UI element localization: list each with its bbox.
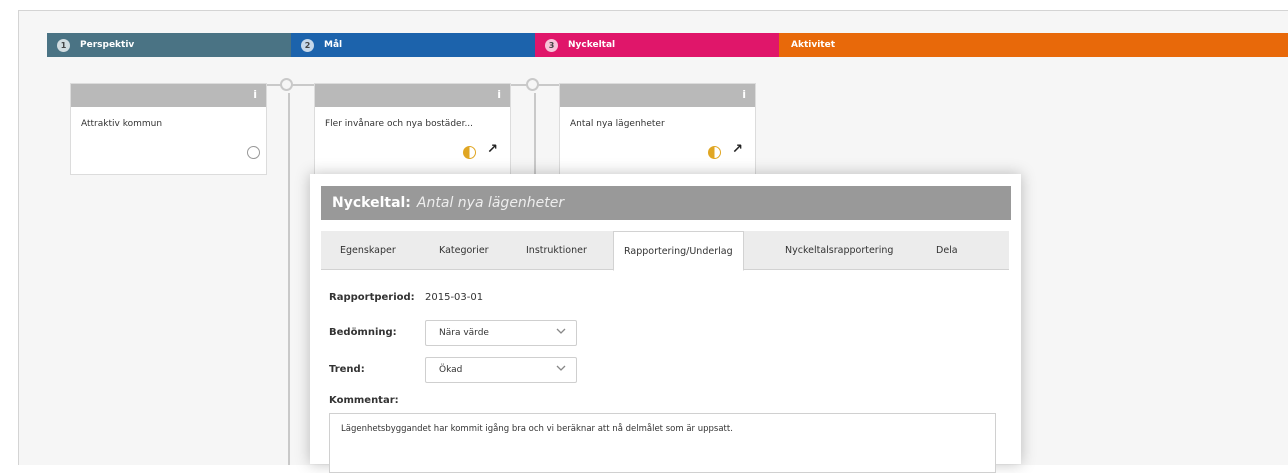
lane-number-badge: 2	[301, 38, 314, 52]
connector-line	[288, 93, 290, 465]
lane-number-badge: 3	[545, 38, 558, 52]
trend-label: Trend:	[329, 364, 365, 375]
report-period-value: 2015-03-01	[425, 292, 484, 303]
chevron-down-icon	[556, 328, 566, 334]
lane-label: Nyckeltal	[568, 40, 616, 50]
card-header: i	[560, 84, 755, 107]
trend-up-arrow-icon: ↗	[732, 142, 743, 157]
lane-label: Perspektiv	[80, 40, 135, 50]
card-header: i	[71, 84, 266, 107]
assessment-label: Bedömning:	[329, 327, 397, 338]
card-title: Antal nya lägenheter	[570, 119, 665, 129]
info-icon[interactable]: i	[742, 88, 746, 101]
lane-label: Aktivitet	[791, 40, 835, 50]
connector-line	[534, 93, 536, 183]
connector-node	[526, 78, 539, 91]
status-empty-circle-icon	[247, 146, 260, 159]
card-header: i	[315, 84, 510, 107]
lane-number-badge: 1	[57, 38, 70, 52]
assessment-selected-value: Nära värde	[439, 328, 489, 338]
assessment-select[interactable]: Nära värde	[425, 320, 577, 346]
card-mal[interactable]: i Fler invånare och nya bostäder... ↗	[314, 83, 511, 175]
tab-rapportering-underlag[interactable]: Rapportering/Underlag	[613, 231, 744, 271]
info-icon[interactable]: i	[497, 88, 501, 101]
card-perspektiv[interactable]: i Attraktiv kommun	[70, 83, 267, 175]
dialog-title-lead: Nyckeltal:	[332, 195, 411, 211]
lane-aktivitet[interactable]: Aktivitet	[779, 33, 1288, 57]
card-nyckeltal[interactable]: i Antal nya lägenheter ↗	[559, 83, 756, 175]
lane-perspektiv[interactable]: 1 Perspektiv	[47, 33, 291, 57]
trend-up-arrow-icon: ↗	[487, 142, 498, 157]
comment-textarea[interactable]: Lägenhetsbyggandet har kommit igång bra …	[329, 413, 996, 473]
chevron-down-icon	[556, 365, 566, 371]
tab-instruktioner[interactable]: Instruktioner	[526, 231, 587, 269]
comment-label: Kommentar:	[329, 395, 399, 406]
dialog-title-name: Antal nya lägenheter	[416, 195, 565, 211]
dialog-title-bar: Nyckeltal: Antal nya lägenheter	[321, 186, 1011, 220]
status-half-circle-icon	[708, 146, 721, 159]
report-period-label: Rapportperiod:	[329, 292, 415, 303]
card-title: Attraktiv kommun	[81, 119, 163, 129]
connector-node	[280, 78, 293, 91]
card-title: Fler invånare och nya bostäder...	[325, 119, 474, 129]
lane-mal[interactable]: 2 Mål	[291, 33, 535, 57]
tab-nyckeltalsrapportering[interactable]: Nyckeltalsrapportering	[785, 231, 893, 269]
trend-select[interactable]: Ökad	[425, 357, 577, 383]
tab-egenskaper[interactable]: Egenskaper	[340, 231, 396, 269]
dialog-tabs: Egenskaper Kategorier Instruktioner Rapp…	[321, 231, 1009, 271]
trend-selected-value: Ökad	[439, 365, 463, 375]
lane-label: Mål	[324, 40, 343, 50]
tab-kategorier[interactable]: Kategorier	[439, 231, 489, 269]
nyckeltal-dialog: Nyckeltal: Antal nya lägenheter Egenskap…	[310, 174, 1021, 473]
tab-dela[interactable]: Dela	[936, 231, 958, 269]
lane-nyckeltal[interactable]: 3 Nyckeltal	[535, 33, 779, 57]
info-icon[interactable]: i	[253, 88, 257, 101]
status-half-circle-icon	[463, 146, 476, 159]
